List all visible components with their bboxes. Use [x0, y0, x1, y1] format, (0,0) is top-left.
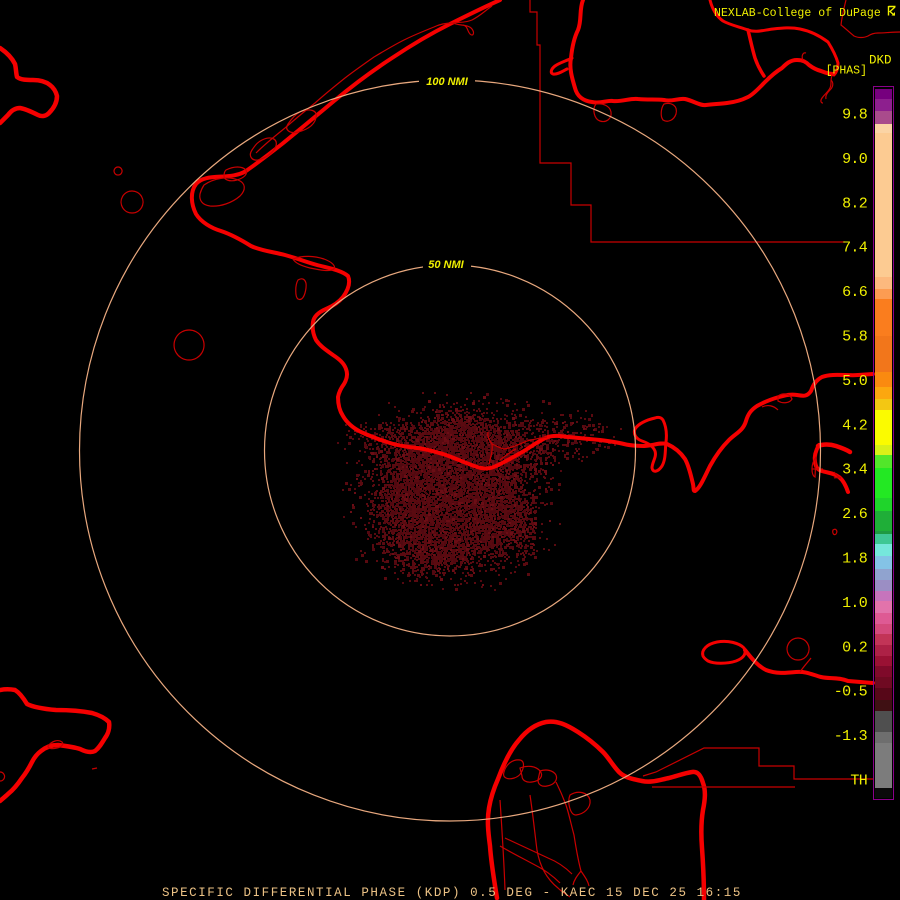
svg-text:1.0: 1.0 [842, 595, 868, 612]
svg-text:2.6: 2.6 [842, 506, 868, 523]
svg-text:6.6: 6.6 [842, 284, 868, 301]
svg-text:9.0: 9.0 [842, 151, 868, 168]
svg-text:1.8: 1.8 [842, 551, 868, 568]
svg-text:-1.3: -1.3 [834, 728, 868, 745]
svg-text:100 NMI: 100 NMI [426, 76, 469, 88]
svg-text:5.8: 5.8 [842, 329, 868, 346]
svg-text:[PHAS]: [PHAS] [826, 65, 867, 78]
svg-text:4.2: 4.2 [842, 417, 867, 434]
svg-text:SPECIFIC DIFFERENTIAL PHASE (K: SPECIFIC DIFFERENTIAL PHASE (KDP) 0.5 DE… [162, 886, 742, 900]
svg-text:-0.5: -0.5 [834, 684, 868, 701]
svg-text:NEXLAB-College of DuPage: NEXLAB-College of DuPage [714, 7, 881, 20]
svg-text:DKD: DKD [869, 54, 892, 68]
svg-text:5.0: 5.0 [842, 373, 868, 390]
svg-text:50 NMI: 50 NMI [428, 259, 464, 271]
svg-text:TH: TH [850, 773, 867, 790]
svg-text:8.2: 8.2 [842, 195, 867, 212]
svg-text:3.4: 3.4 [842, 462, 868, 479]
svg-text:0.2: 0.2 [842, 639, 867, 656]
svg-text:9.8: 9.8 [842, 107, 868, 124]
svg-text:7.4: 7.4 [842, 240, 868, 257]
